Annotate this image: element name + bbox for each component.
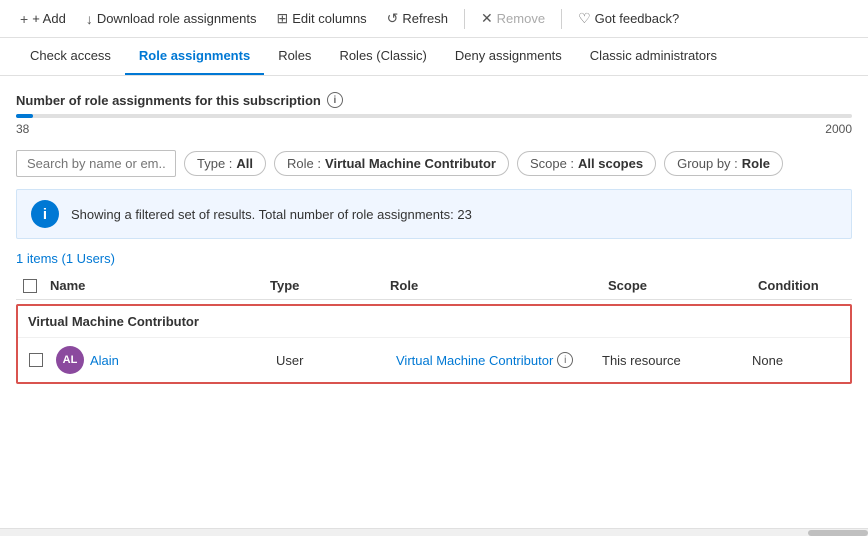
filter-groupby[interactable]: Group by : Role — [664, 151, 783, 176]
tab-deny-assignments[interactable]: Deny assignments — [441, 38, 576, 75]
avatar: AL — [56, 346, 84, 374]
header-role: Role — [384, 278, 602, 293]
progress-bar-fill — [16, 114, 33, 118]
tab-role-assignments[interactable]: Role assignments — [125, 38, 264, 75]
header-type: Type — [264, 278, 384, 293]
toolbar: + + Add ↓ Download role assignments ⊞ Ed… — [0, 0, 868, 38]
group-virtual-machine-contributor: Virtual Machine Contributor AL Alain Use… — [16, 304, 852, 384]
filter-row: Type : All Role : Virtual Machine Contri… — [16, 150, 852, 177]
remove-icon: ✕ — [481, 10, 493, 27]
row-scope: This resource — [596, 353, 746, 368]
feedback-icon: ♡ — [578, 10, 591, 27]
progress-max: 2000 — [825, 122, 852, 136]
group-header: Virtual Machine Contributor — [18, 306, 850, 338]
section-info-icon[interactable]: i — [327, 92, 343, 108]
row-checkbox-cell — [22, 353, 50, 367]
tab-classic-admins[interactable]: Classic administrators — [576, 38, 731, 75]
user-name-link[interactable]: Alain — [90, 353, 119, 368]
tab-roles[interactable]: Roles — [264, 38, 325, 75]
page-container: + + Add ↓ Download role assignments ⊞ Ed… — [0, 0, 868, 536]
scrollbar-thumb[interactable] — [808, 530, 868, 536]
filter-role[interactable]: Role : Virtual Machine Contributor — [274, 151, 509, 176]
table-container: Name Type Role Scope Condition Virtual M… — [16, 272, 852, 384]
progress-labels: 38 2000 — [16, 122, 852, 136]
header-scope: Scope — [602, 278, 752, 293]
role-info-icon[interactable]: i — [557, 352, 573, 368]
tab-check-access[interactable]: Check access — [16, 38, 125, 75]
table-header: Name Type Role Scope Condition — [16, 272, 852, 300]
table-row: AL Alain User Virtual Machine Contributo… — [18, 338, 850, 382]
header-condition: Condition — [752, 278, 852, 293]
download-button[interactable]: ↓ Download role assignments — [78, 7, 265, 31]
refresh-icon: ↺ — [387, 10, 399, 27]
section-title: Number of role assignments for this subs… — [16, 92, 852, 108]
row-role: Virtual Machine Contributor i — [390, 352, 596, 368]
search-input[interactable] — [16, 150, 176, 177]
header-checkbox[interactable] — [23, 279, 37, 293]
row-type: User — [270, 353, 390, 368]
edit-columns-button[interactable]: ⊞ Edit columns — [269, 6, 375, 31]
download-icon: ↓ — [86, 11, 93, 27]
row-checkbox[interactable] — [29, 353, 43, 367]
info-banner-text: Showing a filtered set of results. Total… — [71, 207, 472, 222]
feedback-button[interactable]: ♡ Got feedback? — [570, 6, 687, 31]
filter-scope[interactable]: Scope : All scopes — [517, 151, 656, 176]
separator-1 — [464, 9, 465, 29]
add-icon: + — [20, 11, 28, 27]
progress-min: 38 — [16, 122, 29, 136]
progress-area: 38 2000 — [16, 114, 852, 136]
role-link[interactable]: Virtual Machine Contributor i — [396, 352, 590, 368]
remove-button[interactable]: ✕ Remove — [473, 6, 553, 31]
row-name-cell: AL Alain — [50, 346, 270, 374]
horizontal-scrollbar[interactable] — [0, 528, 868, 536]
edit-columns-icon: ⊞ — [277, 10, 289, 27]
info-banner: i Showing a filtered set of results. Tot… — [16, 189, 852, 239]
add-button[interactable]: + + Add — [12, 7, 74, 31]
items-count: 1 items (1 Users) — [16, 251, 852, 266]
info-banner-icon: i — [31, 200, 59, 228]
refresh-button[interactable]: ↺ Refresh — [379, 6, 456, 31]
nav-tabs: Check access Role assignments Roles Role… — [0, 38, 868, 76]
filter-type[interactable]: Type : All — [184, 151, 266, 176]
header-name: Name — [44, 278, 264, 293]
tab-roles-classic[interactable]: Roles (Classic) — [325, 38, 440, 75]
main-content: Number of role assignments for this subs… — [0, 76, 868, 384]
row-condition: None — [746, 353, 846, 368]
separator-2 — [561, 9, 562, 29]
header-checkbox-cell — [16, 279, 44, 293]
progress-bar-container — [16, 114, 852, 118]
